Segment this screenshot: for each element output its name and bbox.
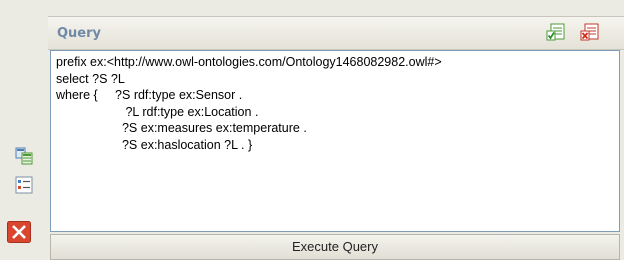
top-strip bbox=[0, 0, 624, 16]
table-view-icon[interactable] bbox=[15, 147, 33, 165]
panel-title: Query bbox=[57, 26, 102, 41]
query-line: ?S ex:measures ex:temperature . bbox=[56, 121, 307, 135]
delete-query-icon[interactable] bbox=[580, 22, 600, 42]
left-toolbar bbox=[0, 0, 48, 244]
close-icon[interactable] bbox=[7, 221, 31, 243]
query-line: ?S ex:haslocation ?L . } bbox=[56, 137, 253, 152]
query-panel: Query prefix ex:<http://www.owl-ontologi… bbox=[48, 16, 624, 260]
query-line: where { ?S rdf:type ex:Sensor . bbox=[56, 88, 243, 102]
query-line: select ?S ?L bbox=[56, 71, 125, 86]
query-line: prefix ex:<http://www.owl-ontologies.com… bbox=[56, 55, 442, 69]
query-editor[interactable]: prefix ex:<http://www.owl-ontologies.com… bbox=[50, 50, 620, 232]
query-line: ?L rdf:type ex:Location . bbox=[56, 104, 259, 119]
execute-query-button[interactable]: Execute Query bbox=[50, 234, 620, 260]
query-panel-header: Query bbox=[48, 16, 624, 50]
validate-query-icon[interactable] bbox=[546, 22, 566, 42]
list-view-icon[interactable] bbox=[15, 176, 33, 194]
